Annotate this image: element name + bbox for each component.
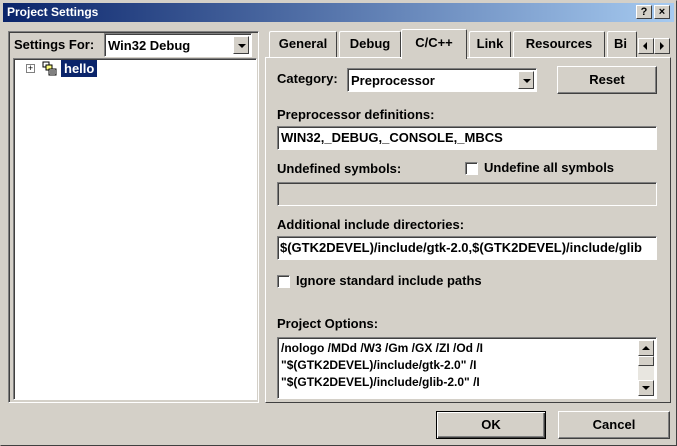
preprocessor-definitions-value: WIN32,_DEBUG,_CONSOLE,_MBCS [281, 130, 503, 145]
tab-c-cpp[interactable]: C/C++ [401, 29, 467, 59]
ok-button[interactable]: OK [436, 411, 546, 439]
category-label: Category: [277, 71, 338, 86]
project-options-line: "$(GTK2DEVEL)/include/gtk-2.0" /I [281, 358, 477, 372]
preprocessor-definitions-label: Preprocessor definitions: [277, 107, 435, 122]
project-icon [42, 61, 58, 76]
settings-for-combo[interactable]: Win32 Debug [104, 33, 252, 57]
expander-plus-icon[interactable]: + [26, 64, 35, 73]
category-combo-arrow-icon[interactable] [518, 71, 534, 89]
additional-include-field[interactable]: $(GTK2DEVEL)/include/gtk-2.0,$(GTK2DEVEL… [277, 236, 657, 260]
tab-scroll-left-icon[interactable] [638, 38, 654, 54]
project-options-text: /nologo /MDd /W3 /Gm /GX /ZI /Od /I "$(G… [281, 340, 636, 391]
project-options-box[interactable]: /nologo /MDd /W3 /Gm /GX /ZI /Od /I "$(G… [277, 337, 657, 399]
close-icon: × [658, 6, 666, 18]
combo-arrow-icon[interactable] [233, 36, 249, 54]
window-title: Project Settings [7, 5, 99, 19]
project-options-line: /nologo /MDd /W3 /Gm /GX /ZI /Od /I [281, 341, 483, 355]
project-options-label: Project Options: [277, 316, 379, 331]
tab-scroll-right-icon[interactable] [654, 38, 670, 54]
project-settings-window: Project Settings ? × Settings For: Win32… [0, 0, 677, 446]
ignore-standard-checkbox[interactable] [277, 275, 290, 288]
ignore-standard-label[interactable]: Ignore standard include paths [296, 273, 482, 288]
settings-for-value: Win32 Debug [108, 38, 191, 53]
project-tree[interactable]: + hello [13, 58, 257, 400]
additional-include-label: Additional include directories: [277, 217, 465, 232]
project-options-scrollbar[interactable] [638, 340, 654, 396]
tab-general[interactable]: General [269, 31, 337, 57]
tab-debug[interactable]: Debug [339, 31, 401, 57]
tab-browse-info[interactable]: Bi [607, 31, 637, 57]
category-value: Preprocessor [351, 73, 435, 88]
tab-resources[interactable]: Resources [513, 31, 605, 57]
undefine-all-label[interactable]: Undefine all symbols [484, 160, 614, 175]
title-bar: Project Settings ? × [3, 3, 674, 22]
undefined-symbols-label: Undefined symbols: [277, 161, 402, 176]
help-button[interactable]: ? [636, 5, 652, 19]
tree-item-hello[interactable]: hello [61, 60, 98, 77]
undefine-all-checkbox[interactable] [465, 162, 478, 175]
scroll-up-icon[interactable] [638, 340, 654, 356]
cancel-button[interactable]: Cancel [558, 411, 670, 439]
category-combo[interactable]: Preprocessor [347, 68, 537, 92]
c-cpp-panel: Category: Preprocessor Reset Preprocesso… [265, 57, 671, 403]
help-icon: ? [640, 6, 648, 18]
settings-for-label: Settings For: [14, 37, 95, 52]
tab-link[interactable]: Link [469, 31, 511, 57]
preprocessor-definitions-field[interactable]: WIN32,_DEBUG,_CONSOLE,_MBCS [277, 126, 657, 150]
undefined-symbols-field[interactable] [277, 182, 657, 206]
reset-button[interactable]: Reset [557, 66, 657, 94]
close-button[interactable]: × [654, 5, 670, 19]
scroll-thumb[interactable] [638, 356, 654, 366]
additional-include-value: $(GTK2DEVEL)/include/gtk-2.0,$(GTK2DEVEL… [280, 240, 642, 255]
project-options-line: "$(GTK2DEVEL)/include/glib-2.0" /I [281, 375, 480, 389]
scroll-down-icon[interactable] [638, 380, 654, 396]
